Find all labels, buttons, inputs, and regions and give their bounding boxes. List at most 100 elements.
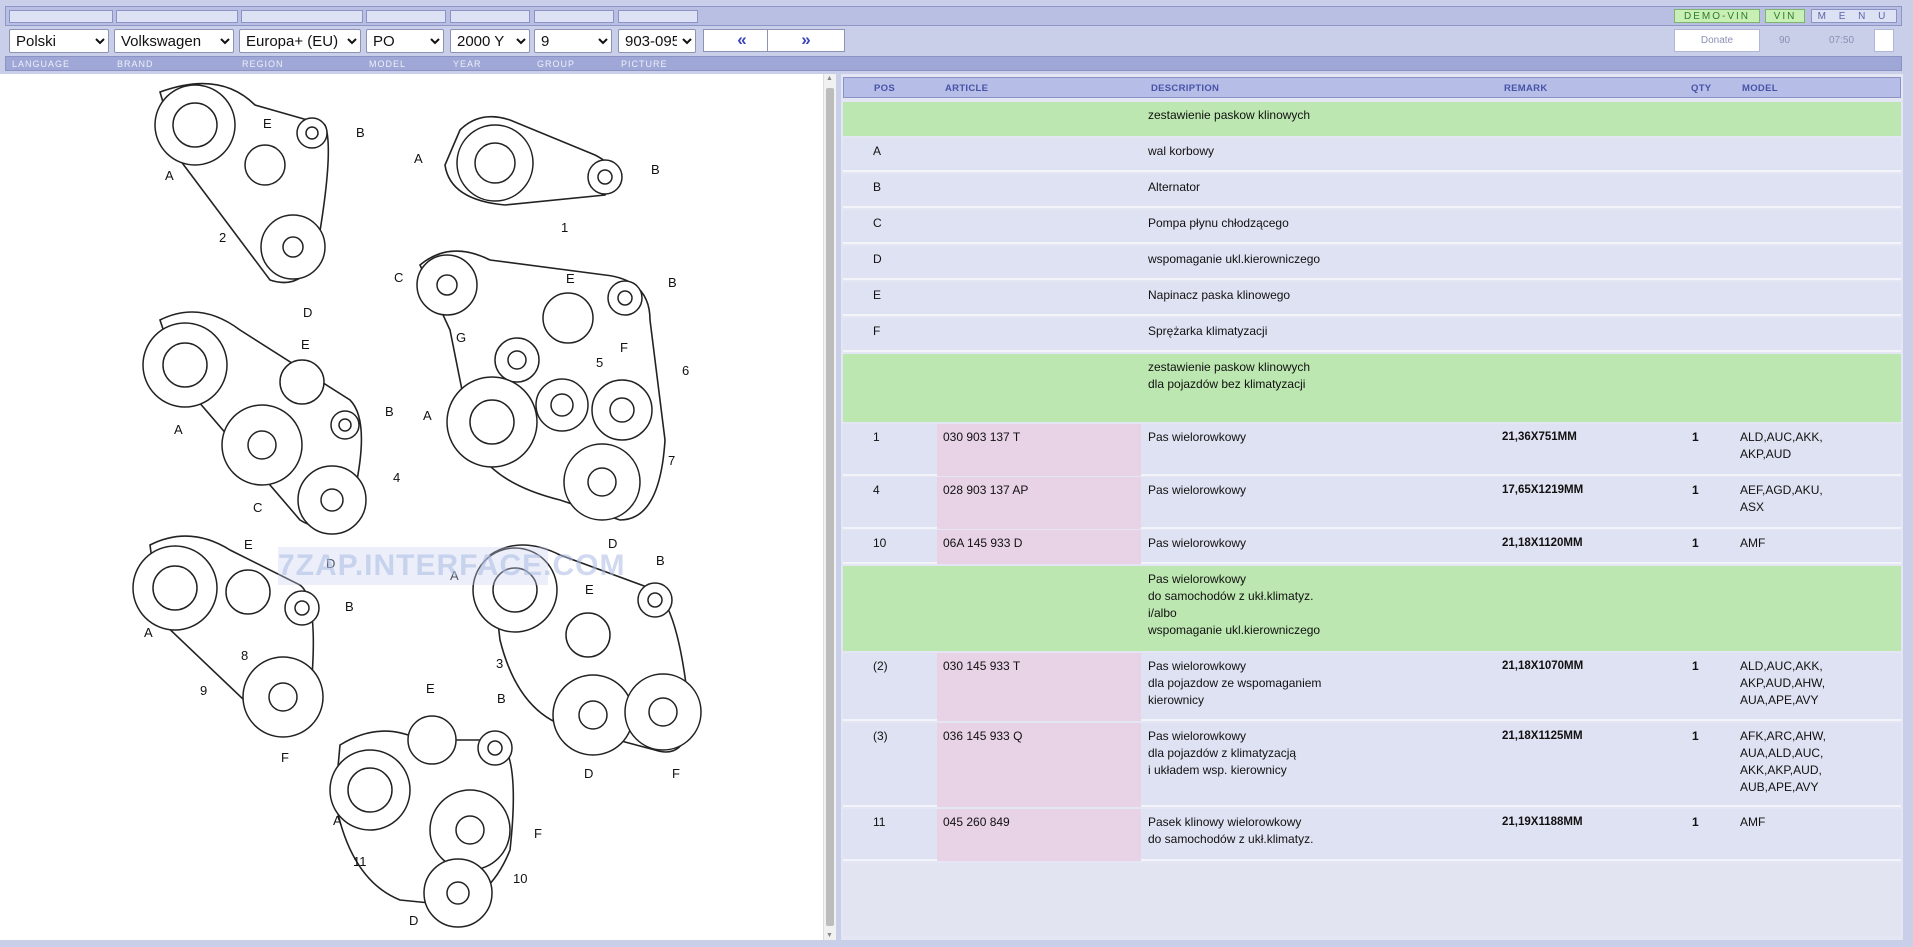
callout-8[interactable]: 8	[241, 648, 248, 663]
callout-A-3[interactable]: A	[174, 422, 183, 437]
callout-B-7[interactable]: B	[497, 691, 506, 706]
region-select[interactable]: Europa+ (EU)	[239, 29, 361, 53]
callout-B-4[interactable]: B	[668, 275, 677, 290]
callout-E-3[interactable]: E	[301, 337, 310, 352]
callout-C[interactable]: C	[253, 500, 262, 515]
menu-button[interactable]: M E N U	[1811, 9, 1897, 23]
toolbar-slot-language[interactable]	[9, 10, 113, 23]
next-picture-button[interactable]: »	[767, 29, 845, 52]
language-select[interactable]: Polski	[9, 29, 109, 53]
model-cell: AEF,AGD,AKU, ASX	[1740, 483, 1823, 514]
pos-cell: (3)	[873, 729, 888, 743]
toolbar-slot-model[interactable]	[366, 10, 446, 23]
toolbar-slot-year[interactable]	[450, 10, 530, 23]
table-row[interactable]: 4 028 903 137 AP Pas wielorowkowy 17,65X121…	[843, 477, 1901, 529]
callout-F-7[interactable]: F	[534, 826, 542, 841]
toolbar-slot-brand[interactable]	[116, 10, 238, 23]
article-cell[interactable]: 06A 145 933 D	[943, 535, 1022, 552]
callout-G[interactable]: G	[456, 330, 466, 345]
table-row[interactable]: B Alternator	[843, 174, 1901, 208]
table-row[interactable]: E Napinacz paska klinowego	[843, 282, 1901, 316]
section-row[interactable]: Pas wielorowkowy do samochodów z ukł.kli…	[843, 566, 1901, 651]
callout-A[interactable]: A	[165, 168, 174, 183]
group-select[interactable]: 9	[534, 29, 612, 53]
description-cell: Alternator	[1148, 180, 1201, 194]
callout-7[interactable]: 7	[668, 453, 675, 468]
extra-box[interactable]	[1874, 29, 1894, 52]
donate-button[interactable]: Donate	[1674, 29, 1760, 52]
scrollbar-thumb[interactable]	[826, 88, 834, 926]
callout-9[interactable]: 9	[200, 683, 207, 698]
callout-E-6[interactable]: E	[585, 582, 594, 597]
table-row[interactable]: Awal korbowy	[843, 138, 1901, 172]
callout-A-2[interactable]: A	[414, 151, 423, 166]
callout-F-6[interactable]: F	[672, 766, 680, 781]
watermark: 7ZAP.INTERFACE.COM	[278, 547, 625, 585]
table-row[interactable]: C Pompa płynu chłodzącego	[843, 210, 1901, 244]
table-row[interactable]: F Sprężarka klimatyzacji	[843, 318, 1901, 352]
callout-D-7[interactable]: D	[409, 913, 418, 928]
pos-cell: F	[873, 324, 881, 338]
model-select[interactable]: PO	[366, 29, 444, 53]
label-region: REGION	[242, 59, 284, 69]
pos-cell: C	[873, 216, 882, 230]
diagram-scrollbar[interactable]: ▲ ▼	[823, 74, 836, 940]
description-cell: Sprężarka klimatyzacji	[1148, 324, 1268, 338]
demo-vin-button[interactable]: DEMO-VIN	[1674, 9, 1760, 23]
article-cell[interactable]: 030 145 933 T	[943, 658, 1020, 675]
article-cell[interactable]: 045 260 849	[943, 814, 1010, 831]
callout-A-7[interactable]: A	[333, 813, 342, 828]
callout-B[interactable]: B	[356, 125, 365, 140]
callout-3[interactable]: 3	[496, 656, 503, 671]
table-row[interactable]: (2) 030 145 933 T Pas wielorowkowy dla poj…	[843, 653, 1901, 721]
scroll-up-icon[interactable]: ▲	[826, 75, 833, 82]
toolbar-slot-region[interactable]	[241, 10, 363, 23]
callout-A-4[interactable]: A	[423, 408, 432, 423]
section-row[interactable]: zestawienie paskow klinowych dla pojazdó…	[843, 354, 1901, 422]
section-row[interactable]: zestawienie paskow klinowych	[843, 102, 1901, 136]
scroll-down-icon[interactable]: ▼	[826, 932, 833, 939]
pos-cell: B	[873, 180, 882, 194]
selector-labels-bar: LANGUAGE BRAND REGION MODEL YEAR GROUP P…	[5, 56, 1902, 71]
toolbar-slot-picture[interactable]	[618, 10, 698, 23]
callout-B-6[interactable]: B	[656, 553, 665, 568]
callout-D-6[interactable]: D	[584, 766, 593, 781]
toolbar-slot-group[interactable]	[534, 10, 614, 23]
description-cell: Pas wielorowkowy do samochodów z ukł.kli…	[1148, 572, 1321, 637]
year-select[interactable]: 2000 Y	[450, 29, 530, 53]
table-row[interactable]: 10 06A 145 933 D Pas wielorowkowy 21,18X112…	[843, 530, 1901, 564]
callout-E-7[interactable]: E	[426, 681, 435, 696]
callout-4[interactable]: 4	[393, 470, 400, 485]
callout-E-4[interactable]: E	[566, 271, 575, 286]
article-cell[interactable]: 036 145 933 Q	[943, 728, 1022, 745]
callout-F-5[interactable]: F	[281, 750, 289, 765]
picture-select[interactable]: 903-095	[618, 29, 696, 53]
callout-1[interactable]: 1	[561, 220, 568, 235]
callout-E[interactable]: E	[263, 116, 272, 131]
callout-D[interactable]: D	[303, 305, 312, 320]
table-row[interactable]: Dwspomaganie ukl.kierowniczego	[843, 246, 1901, 280]
callout-B-2[interactable]: B	[651, 162, 660, 177]
table-row[interactable]: 1 030 903 137 T Pas wielorowkowy 21,36X751M…	[843, 424, 1901, 476]
vin-button[interactable]: VIN	[1765, 9, 1805, 23]
pos-cell: 11	[873, 815, 886, 829]
pos-cell: 10	[873, 536, 887, 550]
callout-2[interactable]: 2	[219, 230, 226, 245]
callout-6[interactable]: 6	[682, 363, 689, 378]
callout-10[interactable]: 10	[513, 871, 527, 886]
table-row[interactable]: 11 045 260 849 Pasek klinowy wielorowkowy …	[843, 809, 1901, 861]
callout-E-5[interactable]: E	[244, 537, 253, 552]
callout-C-4[interactable]: C	[394, 270, 403, 285]
callout-5[interactable]: 5	[596, 355, 603, 370]
callout-F[interactable]: F	[620, 340, 628, 355]
description-cell: zestawienie paskow klinowych dla pojazdó…	[1148, 360, 1311, 391]
brand-select[interactable]: Volkswagen	[114, 29, 234, 53]
callout-11[interactable]: 11	[353, 854, 367, 869]
parts-table-panel: POS ARTICLE DESCRIPTION REMARK QTY MODEL…	[841, 74, 1903, 940]
callout-B-3[interactable]: B	[385, 404, 394, 419]
article-cell[interactable]: 030 903 137 T	[943, 429, 1020, 446]
article-cell[interactable]: 028 903 137 AP	[943, 482, 1028, 499]
callout-A-5[interactable]: A	[144, 625, 153, 640]
callout-B-5[interactable]: B	[345, 599, 354, 614]
table-row[interactable]: (3) 036 145 933 Q Pas wielorowkowy dla poj…	[843, 723, 1901, 807]
